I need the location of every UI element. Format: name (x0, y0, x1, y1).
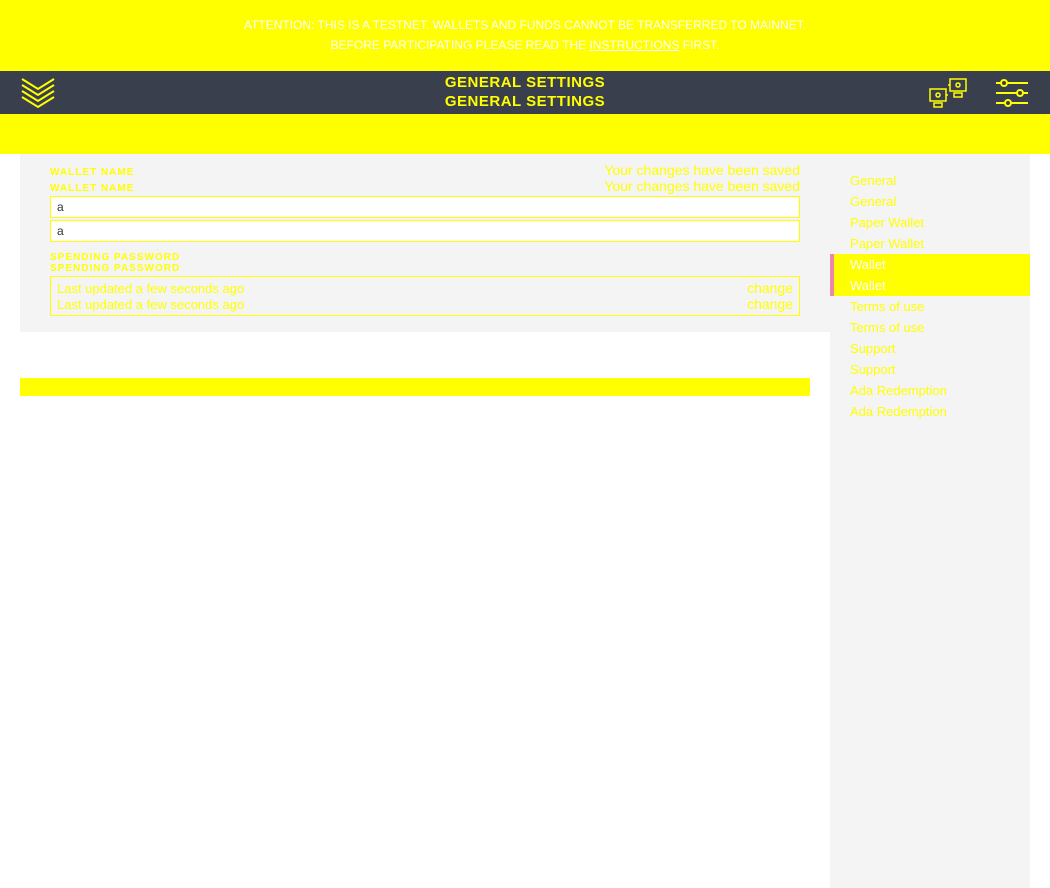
app-logo-icon[interactable] (20, 77, 56, 109)
topbar: GENERAL SETTINGS GENERAL SETTINGS (0, 71, 1050, 114)
sidebar-item[interactable]: General (830, 191, 1030, 212)
page-title: GENERAL SETTINGS GENERAL SETTINGS (0, 74, 1050, 112)
settings-sidebar: GeneralGeneralPaper WalletPaper WalletWa… (830, 154, 1030, 888)
sidebar-item[interactable]: Wallet (830, 254, 1030, 275)
banner-line1: ATTENTION: THIS IS A TESTNET. WALLETS AN… (244, 16, 806, 35)
spending-password-box: Last updated a few seconds ago change La… (50, 276, 800, 316)
sidebar-item[interactable]: General (830, 170, 1030, 191)
wallet-name-input[interactable] (50, 196, 800, 218)
yellow-strip (20, 378, 810, 396)
sidebar-item[interactable]: Terms of use (830, 296, 1030, 317)
sidebar-item[interactable]: Terms of use (830, 317, 1030, 338)
wallet-name-label: WALLET NAME (50, 167, 134, 178)
sidebar-item[interactable]: Paper Wallet (830, 212, 1030, 233)
banner-line2: BEFORE PARTICIPATING PLEASE READ THE INS… (331, 36, 720, 55)
sidebar-item[interactable]: Support (830, 338, 1030, 359)
saved-message: Your changes have been saved (604, 178, 800, 194)
main-content: WALLET NAME Your changes have been saved… (0, 154, 830, 888)
instructions-link[interactable]: INSTRUCTIONS (589, 38, 679, 52)
settings-icon[interactable] (994, 77, 1030, 109)
saved-message: Your changes have been saved (604, 162, 800, 178)
testnet-banner: ATTENTION: THIS IS A TESTNET. WALLETS AN… (0, 0, 1050, 71)
spending-password-label: SPENDING PASSWORD (50, 252, 800, 263)
sidebar-item[interactable]: Paper Wallet (830, 233, 1030, 254)
sidebar-item[interactable]: Ada Redemption (830, 401, 1030, 422)
yellow-bar (0, 114, 1050, 154)
sidebar-item[interactable]: Wallet (830, 275, 1030, 296)
password-updated-text: Last updated a few seconds ago (57, 297, 244, 312)
spending-password-label: SPENDING PASSWORD (50, 263, 800, 274)
change-password-link[interactable]: change (747, 296, 793, 312)
sidebar-item[interactable]: Ada Redemption (830, 380, 1030, 401)
wallet-name-input[interactable] (50, 220, 800, 242)
settings-panel: WALLET NAME Your changes have been saved… (20, 154, 830, 332)
redeem-icon[interactable] (928, 77, 970, 109)
sidebar-item[interactable]: Support (830, 359, 1030, 380)
password-updated-text: Last updated a few seconds ago (57, 281, 244, 296)
change-password-link[interactable]: change (747, 280, 793, 296)
wallet-name-label: WALLET NAME (50, 183, 134, 194)
